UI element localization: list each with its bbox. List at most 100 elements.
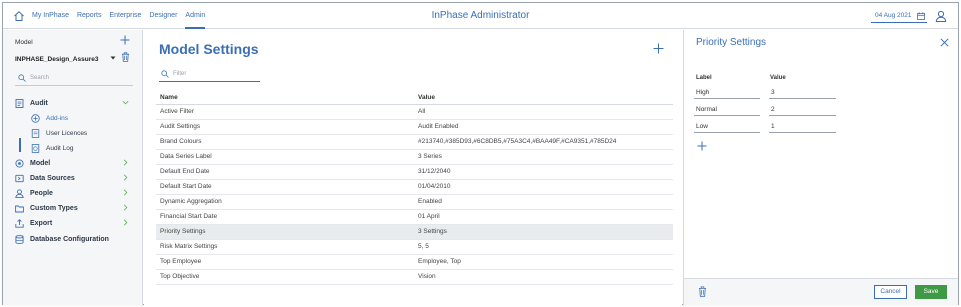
top-bar: My InPhase Reports Enterprise Designer A… <box>3 3 958 29</box>
chevron-right-icon[interactable] <box>122 174 129 181</box>
priority-label-field[interactable]: High <box>694 86 760 99</box>
table-row[interactable]: Active Filter All <box>156 104 673 120</box>
sidebar-search-input[interactable]: Search <box>15 70 133 86</box>
cancel-button[interactable]: Cancel <box>874 285 907 299</box>
cell-name: Active Filter <box>156 104 414 120</box>
cell-name: Brand Colours <box>156 134 414 150</box>
sidebar-item-export-label: Export <box>30 219 53 227</box>
panel-footer: Cancel Save <box>684 278 958 306</box>
nav-enterprise[interactable]: Enterprise <box>109 3 141 29</box>
sidebar-item-data-sources[interactable]: Data Sources <box>15 171 133 185</box>
sidebar-subitem-add-ins-label: Add-ins <box>46 114 69 122</box>
add-priority-icon[interactable] <box>697 141 707 151</box>
table-row[interactable]: Brand Colours #213740,#385D93,#6C8DB5,#75… <box>156 134 673 150</box>
date-picker[interactable]: 04 Aug 2021 <box>871 9 927 23</box>
sidebar-subitem-user-licences[interactable]: User Licences <box>31 126 131 140</box>
cell-name: Default End Date <box>156 164 414 180</box>
chevron-right-icon[interactable] <box>122 219 129 226</box>
panel-column-value: Value <box>770 75 786 81</box>
table-row-selected[interactable]: Priority Settings 3 Settings <box>156 224 673 240</box>
panel-column-label: Label <box>696 75 712 81</box>
priority-value-field[interactable]: 3 <box>769 86 836 99</box>
priority-value-field[interactable]: 2 <box>769 103 836 116</box>
top-nav: My InPhase Reports Enterprise Designer A… <box>32 3 206 29</box>
trash-icon[interactable] <box>121 52 130 62</box>
cell-name: Financial Start Date <box>156 209 414 225</box>
nav-my-inphase[interactable]: My InPhase <box>32 3 69 29</box>
chevron-right-icon[interactable] <box>122 189 129 196</box>
nav-reports[interactable]: Reports <box>77 3 102 29</box>
calendar-icon[interactable] <box>917 12 925 20</box>
sidebar-subitem-add-ins[interactable]: Add-ins <box>31 111 131 125</box>
save-button[interactable]: Save <box>915 285 947 299</box>
plus-circle-icon <box>31 113 40 123</box>
sidebar-subitem-user-licences-label: User Licences <box>46 129 88 137</box>
nav-designer[interactable]: Designer <box>149 3 177 29</box>
model-icon <box>15 158 24 168</box>
sidebar-item-custom-types[interactable]: Custom Types <box>15 201 133 215</box>
sidebar-item-custom-types-label: Custom Types <box>30 204 78 212</box>
table-row[interactable]: Top Objective Vision <box>156 269 673 285</box>
close-icon[interactable] <box>940 38 949 47</box>
chevron-down-icon[interactable] <box>122 99 129 106</box>
sidebar-item-data-sources-label: Data Sources <box>30 174 75 182</box>
database-config-icon <box>15 234 24 244</box>
cell-name: Default Start Date <box>156 179 414 195</box>
cell-value: #213740,#385D93,#6C8DB5,#75A3C4,#BAA49F,… <box>414 134 673 150</box>
add-setting-icon[interactable] <box>653 43 664 54</box>
nav-admin[interactable]: Admin <box>185 5 206 29</box>
table-row[interactable]: Default End Date 31/12/2040 <box>156 164 673 180</box>
page-title: Model Settings <box>159 41 259 57</box>
sidebar-item-database-configuration[interactable]: Database Configuration <box>15 232 133 246</box>
priority-value-field[interactable]: 1 <box>769 120 836 133</box>
sidebar-subitem-audit-log[interactable]: Audit Log <box>31 141 131 155</box>
cell-value: Employee, Top <box>414 254 673 270</box>
search-icon <box>18 74 26 82</box>
sidebar-model-label: Model <box>15 39 33 46</box>
sidebar: Model INPHASE_Design_Assure3 Search Audi… <box>3 30 143 306</box>
home-icon[interactable] <box>13 10 25 22</box>
cell-value: Vision <box>414 269 673 285</box>
table-row[interactable]: Top Employee Employee, Top <box>156 254 673 270</box>
cell-value: Audit Enabled <box>414 119 673 135</box>
active-indicator <box>19 138 21 152</box>
settings-table: Name Value Active Filter All Audit Settin… <box>156 91 673 285</box>
model-selector[interactable]: INPHASE_Design_Assure3 <box>15 56 98 63</box>
table-row[interactable]: Audit Settings Audit Enabled <box>156 119 673 135</box>
export-icon <box>15 218 24 228</box>
add-model-icon[interactable] <box>120 35 130 45</box>
cell-name: Audit Settings <box>156 119 414 135</box>
document-icon <box>31 128 40 138</box>
column-header-name[interactable]: Name <box>156 91 414 105</box>
user-icon[interactable] <box>935 10 947 22</box>
cell-name: Priority Settings <box>156 224 414 240</box>
date-value: 04 Aug 2021 <box>875 12 912 19</box>
chevron-right-icon[interactable] <box>122 204 129 211</box>
cell-value: 01/04/2010 <box>414 179 673 195</box>
sidebar-item-export[interactable]: Export <box>15 216 133 230</box>
sidebar-item-model[interactable]: Model <box>15 156 133 170</box>
sidebar-item-people[interactable]: People <box>15 186 133 200</box>
sidebar-item-audit[interactable]: Audit <box>15 96 133 110</box>
priority-label-field[interactable]: Low <box>694 120 760 133</box>
table-row[interactable]: Data Series Label 3 Series <box>156 149 673 165</box>
caret-down-icon[interactable] <box>110 55 116 61</box>
cell-value: 31/12/2040 <box>414 164 673 180</box>
priority-label-field[interactable]: Normal <box>694 103 760 116</box>
cell-value: 3 Settings <box>414 224 673 240</box>
table-row[interactable]: Financial Start Date 01 April <box>156 209 673 225</box>
table-row[interactable]: Default Start Date 01/04/2010 <box>156 179 673 195</box>
table-row[interactable]: Dynamic Aggregation Enabled <box>156 194 673 210</box>
panel-title: Priority Settings <box>696 37 767 48</box>
trash-icon[interactable] <box>698 286 707 297</box>
cell-value: 3 Series <box>414 149 673 165</box>
filter-input[interactable]: Filter <box>159 67 260 82</box>
search-icon <box>161 70 169 78</box>
chevron-right-icon[interactable] <box>122 159 129 166</box>
priority-settings-panel: Priority Settings Label Value High 3 Nor… <box>683 30 958 306</box>
table-row[interactable]: Risk Matrix Settings 5, 5 <box>156 239 673 255</box>
app-window: My InPhase Reports Enterprise Designer A… <box>2 2 959 306</box>
cell-name: Dynamic Aggregation <box>156 194 414 210</box>
table-header-row: Name Value <box>156 91 673 105</box>
column-header-value[interactable]: Value <box>414 91 673 105</box>
